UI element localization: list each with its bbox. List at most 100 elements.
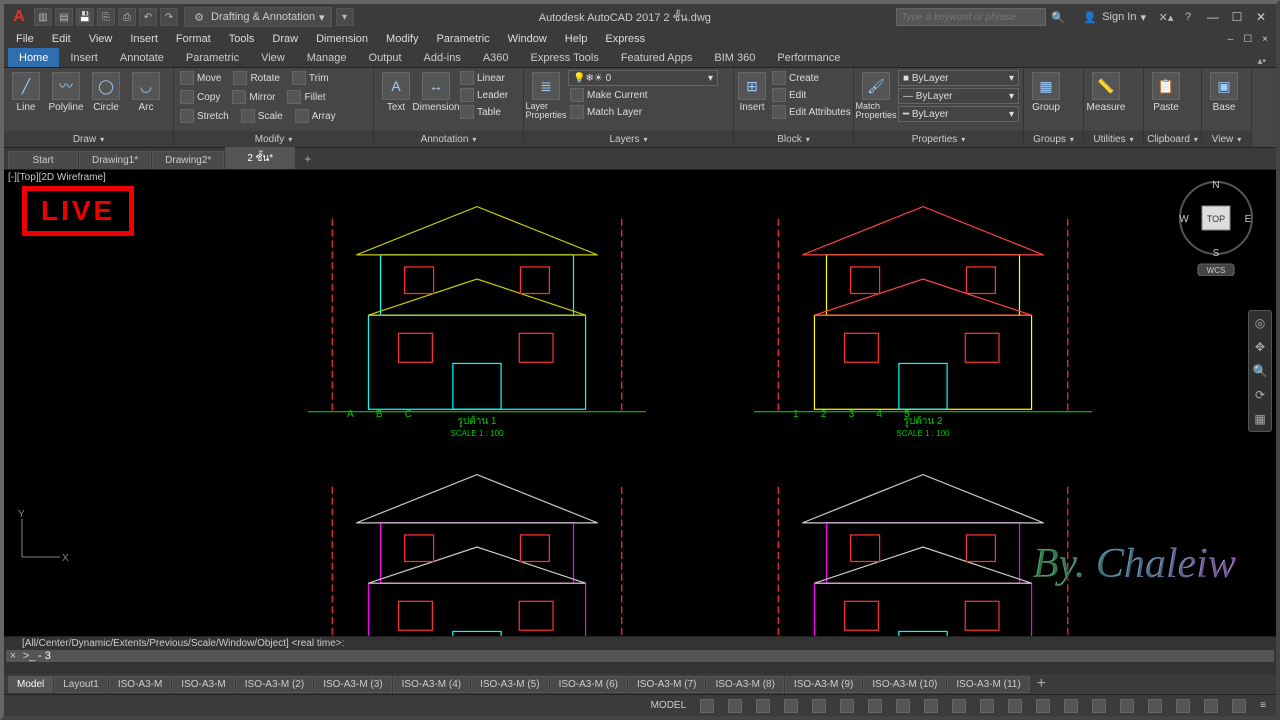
status-lockui-icon[interactable] xyxy=(1144,697,1166,715)
menu-format[interactable]: Format xyxy=(168,32,219,46)
table-button[interactable]: Table xyxy=(458,104,510,120)
ribbon-tab-a360[interactable]: A360 xyxy=(472,48,520,67)
current-layer-combo[interactable]: 💡❄☀ 0▾ xyxy=(568,70,718,86)
layer-properties-button[interactable]: ≣Layer Properties xyxy=(528,70,564,120)
copy-button[interactable]: Copy xyxy=(178,89,222,105)
status-cleanscreen-icon[interactable] xyxy=(1228,697,1250,715)
menu-parametric[interactable]: Parametric xyxy=(428,32,497,46)
menu-edit[interactable]: Edit xyxy=(44,32,79,46)
qat-plot-icon[interactable]: ⎙ xyxy=(118,8,136,26)
layout-tab[interactable]: ISO-A3-M (5) xyxy=(471,676,548,693)
status-transparency-icon[interactable] xyxy=(948,697,970,715)
linetype-combo[interactable]: — ByLayer▾ xyxy=(898,88,1019,104)
ribbon-tab-insert[interactable]: Insert xyxy=(59,48,109,67)
qat-new-icon[interactable]: ▥ xyxy=(34,8,52,26)
ribbon-tab-manage[interactable]: Manage xyxy=(296,48,358,67)
linear-button[interactable]: Linear xyxy=(458,70,510,86)
chevron-down-icon[interactable]: ▾ xyxy=(1130,135,1134,144)
maximize-button[interactable]: ☐ xyxy=(1226,8,1248,26)
mdi-close[interactable]: × xyxy=(1258,34,1272,45)
measure-button[interactable]: 📏Measure xyxy=(1088,70,1124,113)
status-isoplane-icon[interactable] xyxy=(808,697,830,715)
qat-undo-icon[interactable]: ↶ xyxy=(139,8,157,26)
status-grid-icon[interactable] xyxy=(696,697,718,715)
group-button[interactable]: ▦Group xyxy=(1028,70,1064,113)
new-file-tab-button[interactable]: + xyxy=(296,149,319,169)
stretch-button[interactable]: Stretch xyxy=(178,108,231,124)
view-cube[interactable]: N S W E TOP WCS xyxy=(1176,176,1256,276)
file-tab[interactable]: Start xyxy=(8,151,78,169)
mirror-button[interactable]: Mirror xyxy=(230,89,277,105)
chevron-down-icon[interactable]: ▾ xyxy=(961,135,965,144)
ribbon-collapse-icon[interactable]: ▴• xyxy=(1251,56,1272,67)
layout-tab[interactable]: ISO-A3-M (7) xyxy=(628,676,705,693)
menu-tools[interactable]: Tools xyxy=(221,32,263,46)
chevron-down-icon[interactable]: ▾ xyxy=(1194,135,1198,144)
status-hardware-icon[interactable] xyxy=(1200,697,1222,715)
match-layer-button[interactable]: Match Layer xyxy=(568,104,729,120)
ribbon-tab-bim-360[interactable]: BIM 360 xyxy=(703,48,766,67)
navigation-bar[interactable]: ◎ ✥ 🔍 ⟳ ▦ xyxy=(1248,310,1272,432)
status-customize-icon[interactable]: ≡ xyxy=(1256,698,1270,713)
chevron-down-icon[interactable]: ▾ xyxy=(806,135,810,144)
search-icon[interactable]: 🔍 xyxy=(1050,9,1066,25)
menu-window[interactable]: Window xyxy=(500,32,555,46)
app-logo-icon[interactable]: A xyxy=(8,6,30,28)
layout-tab[interactable]: ISO-A3-M (4) xyxy=(393,676,470,693)
workspace-switcher[interactable]: ⚙ Drafting & Annotation ▾ xyxy=(184,7,332,27)
status-units-icon[interactable] xyxy=(1088,697,1110,715)
menu-draw[interactable]: Draw xyxy=(264,32,306,46)
chevron-down-icon[interactable]: ▾ xyxy=(100,135,104,144)
status-cycling-icon[interactable] xyxy=(976,697,998,715)
layout-tab[interactable]: Layout1 xyxy=(54,676,108,693)
circle-button[interactable]: ◯Circle xyxy=(88,70,124,113)
ribbon-tab-view[interactable]: View xyxy=(250,48,296,67)
trim-button[interactable]: Trim xyxy=(290,70,331,86)
line-button[interactable]: ╱Line xyxy=(8,70,44,113)
mdi-max[interactable]: ☐ xyxy=(1239,34,1256,45)
menu-insert[interactable]: Insert xyxy=(122,32,166,46)
layout-tab[interactable]: ISO-A3-M (6) xyxy=(550,676,627,693)
ribbon-tab-annotate[interactable]: Annotate xyxy=(109,48,175,67)
status-workspace-icon[interactable] xyxy=(1032,697,1054,715)
close-icon[interactable]: × xyxy=(6,650,20,662)
chevron-down-icon[interactable]: ▾ xyxy=(1237,135,1241,144)
status-3dosnap-icon[interactable] xyxy=(864,697,886,715)
nav-orbit-icon[interactable]: ⟳ xyxy=(1249,383,1271,407)
close-button[interactable]: ✕ xyxy=(1250,8,1272,26)
command-input[interactable] xyxy=(38,650,1274,662)
status-lineweight-icon[interactable] xyxy=(920,697,942,715)
ribbon-tab-add-ins[interactable]: Add-ins xyxy=(413,48,472,67)
status-model-button[interactable]: MODEL xyxy=(647,698,691,713)
layout-tab[interactable]: ISO-A3-M (11) xyxy=(947,676,1029,693)
exchange-icon[interactable]: ✕▴ xyxy=(1158,9,1174,25)
menu-file[interactable]: File xyxy=(8,32,42,46)
fillet-button[interactable]: Fillet xyxy=(285,89,327,105)
make-current-button[interactable]: Make Current xyxy=(568,87,729,103)
file-tab[interactable]: 2 ชั้น* xyxy=(225,147,295,169)
layout-tab[interactable]: Model xyxy=(8,676,53,693)
leader-button[interactable]: Leader xyxy=(458,87,510,103)
insert-block-button[interactable]: ⊞Insert xyxy=(738,70,766,113)
arc-button[interactable]: ◡Arc xyxy=(128,70,164,113)
menu-modify[interactable]: Modify xyxy=(378,32,426,46)
nav-zoom-icon[interactable]: 🔍 xyxy=(1249,359,1271,383)
edit-attributes-button[interactable]: Edit Attributes xyxy=(770,104,853,120)
move-button[interactable]: Move xyxy=(178,70,223,86)
status-isolate-icon[interactable] xyxy=(1172,697,1194,715)
new-layout-tab-button[interactable]: + xyxy=(1031,674,1052,694)
chevron-down-icon[interactable]: ▾ xyxy=(288,135,292,144)
file-tab[interactable]: Drawing1* xyxy=(79,151,151,169)
minimize-button[interactable]: — xyxy=(1202,8,1224,26)
ribbon-tab-parametric[interactable]: Parametric xyxy=(175,48,250,67)
status-osnap-icon[interactable] xyxy=(836,697,858,715)
polyline-button[interactable]: 〰Polyline xyxy=(48,70,84,113)
color-combo[interactable]: ■ ByLayer▾ xyxy=(898,70,1019,86)
menu-view[interactable]: View xyxy=(81,32,121,46)
layout-tab[interactable]: ISO-A3-M (2) xyxy=(236,676,313,693)
ribbon-tab-output[interactable]: Output xyxy=(358,48,413,67)
menu-help[interactable]: Help xyxy=(557,32,596,46)
sign-in-button[interactable]: 👤 Sign In ▾ xyxy=(1076,8,1152,26)
file-tab[interactable]: Drawing2* xyxy=(152,151,224,169)
status-quickprops-icon[interactable] xyxy=(1116,697,1138,715)
